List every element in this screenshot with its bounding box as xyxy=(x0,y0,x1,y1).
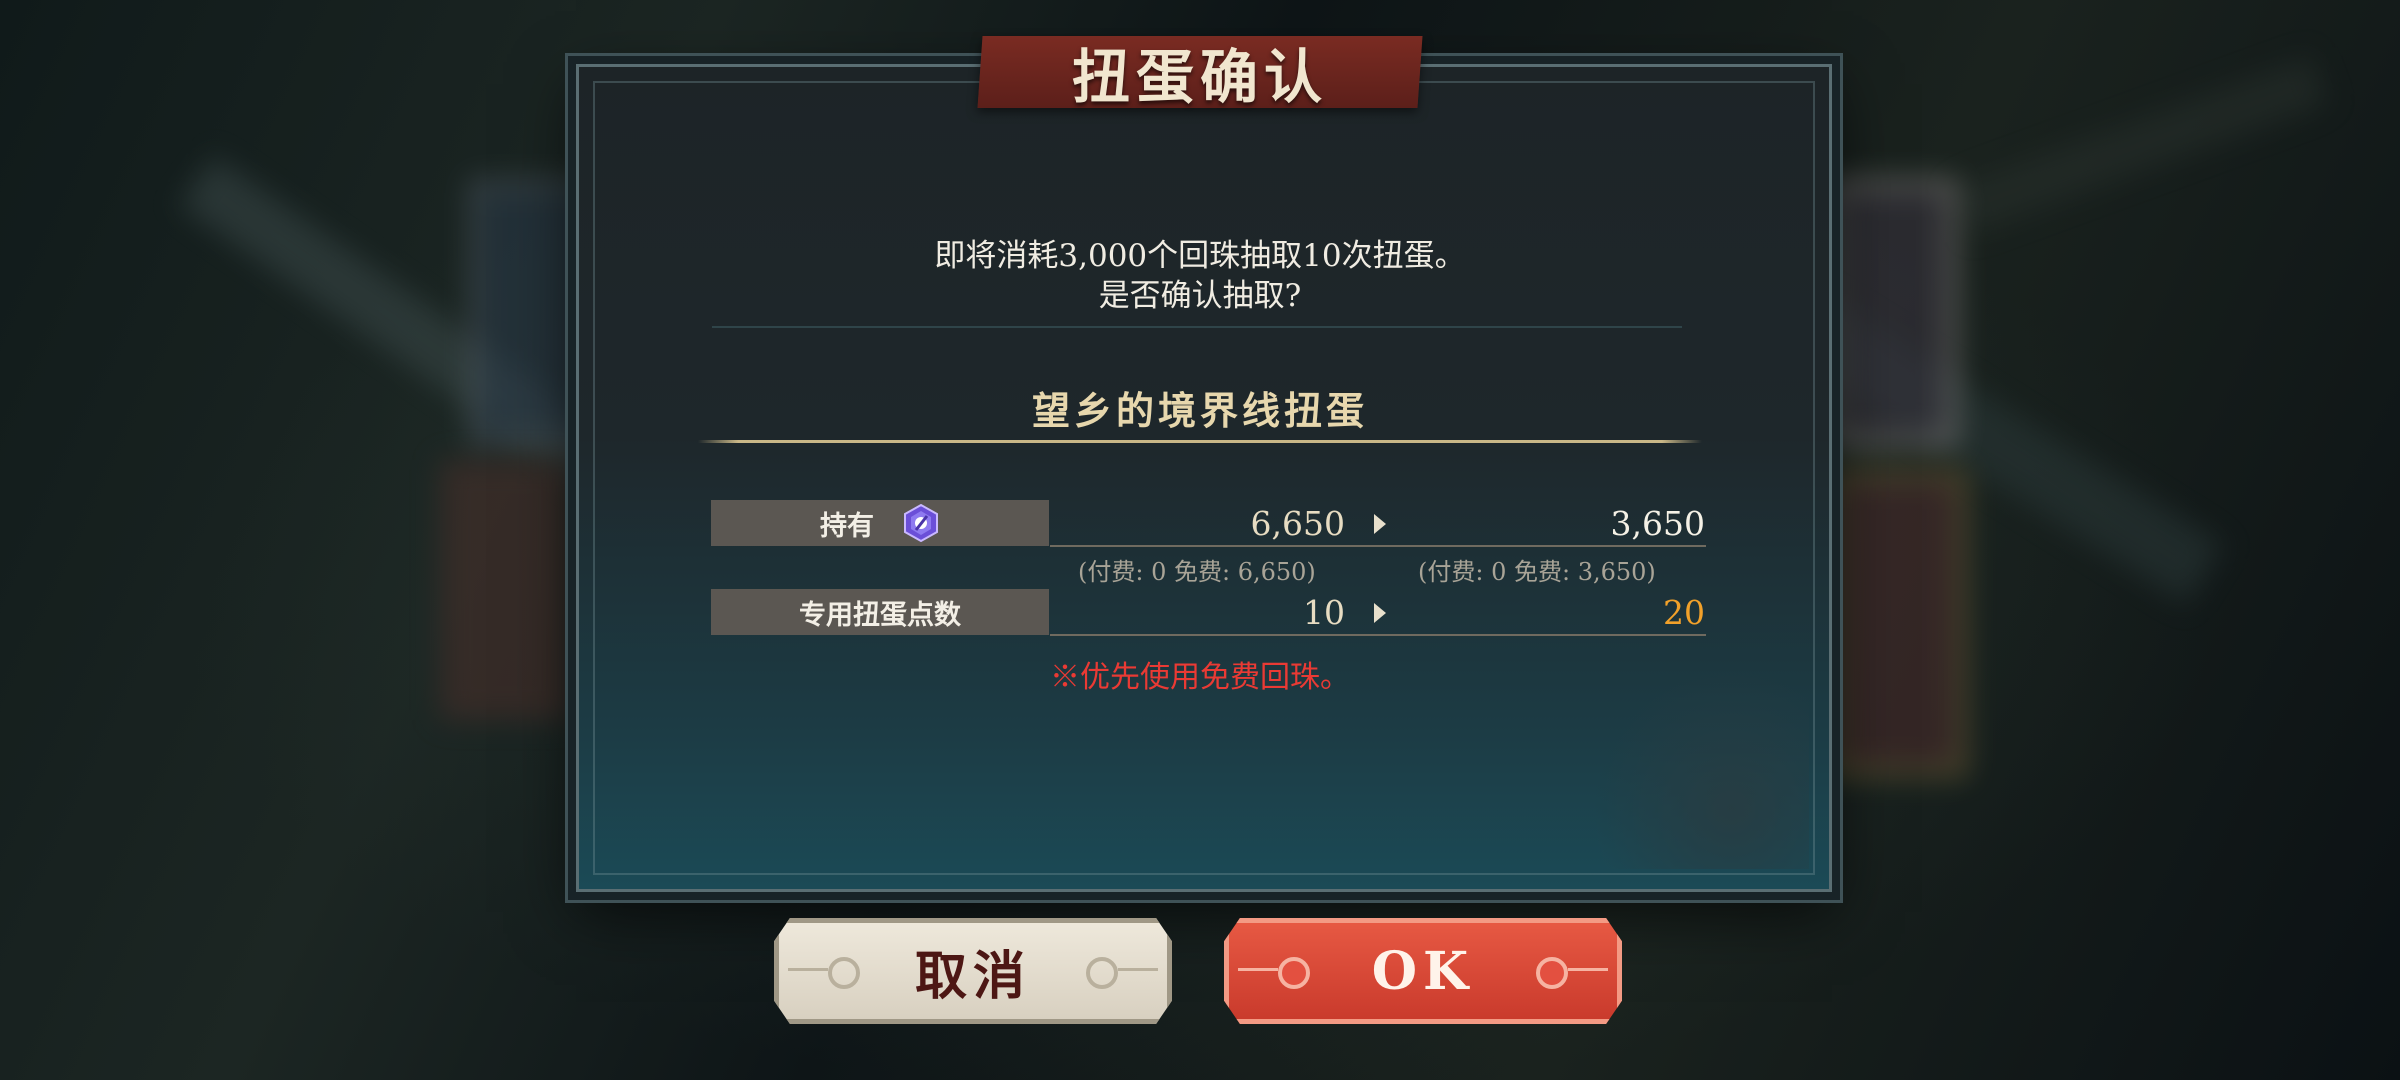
holdings-before: 6,650 xyxy=(1250,504,1345,543)
holdings-label: 持有 xyxy=(711,500,1049,546)
background-card xyxy=(440,460,570,720)
background-card xyxy=(1830,180,1956,446)
confirm-message-line1: 即将消耗3,000个回珠抽取10次扭蛋。 xyxy=(934,238,1466,274)
gacha-points-before: 10 xyxy=(1303,593,1345,632)
confirm-message: 即将消耗3,000个回珠抽取10次扭蛋。 是否确认抽取? xyxy=(700,236,1700,316)
button-ornament xyxy=(788,968,828,971)
ok-button[interactable]: OK xyxy=(1224,918,1622,1024)
gacha-points-label-text: 专用扭蛋点数 xyxy=(799,599,961,631)
background-card xyxy=(1830,470,1966,776)
cancel-button-label: 取消 xyxy=(914,945,1031,1007)
button-ornament xyxy=(1568,968,1608,971)
button-ornament xyxy=(1238,968,1278,971)
free-currency-notice: ※优先使用免费回珠。 xyxy=(1050,660,1350,695)
cancel-button[interactable]: 取消 xyxy=(774,918,1172,1024)
button-ornament xyxy=(1118,968,1158,971)
row-underline xyxy=(1050,545,1706,547)
button-ornament xyxy=(828,957,860,989)
arrow-right-icon xyxy=(1374,603,1386,623)
background-decoration xyxy=(1952,56,2328,234)
dialog-title: 扭蛋确认 xyxy=(1071,43,1328,111)
gacha-points-label: 专用扭蛋点数 xyxy=(711,589,1049,635)
gem-icon xyxy=(902,503,940,543)
arrow-right-icon xyxy=(1374,514,1386,534)
confirm-message-line2: 是否确认抽取? xyxy=(1098,278,1302,314)
holdings-after: 3,650 xyxy=(1610,504,1705,543)
divider xyxy=(698,440,1702,443)
gacha-confirm-dialog xyxy=(576,64,1832,892)
holdings-before-detail: (付费: 0 免费: 6,650) xyxy=(1078,558,1316,586)
button-ornament xyxy=(1536,957,1568,989)
ok-button-label: OK xyxy=(1371,940,1475,1002)
ink-splash-decoration xyxy=(1549,669,1809,869)
holdings-after-detail: (付费: 0 免费: 3,650) xyxy=(1418,558,1656,586)
divider xyxy=(712,326,1682,328)
gacha-points-after: 20 xyxy=(1663,593,1705,632)
button-ornament xyxy=(1086,957,1118,989)
holdings-label-text: 持有 xyxy=(820,510,874,542)
button-ornament xyxy=(1278,957,1310,989)
gacha-name: 望乡的境界线扭蛋 xyxy=(1031,388,1368,433)
row-underline xyxy=(1050,634,1706,636)
